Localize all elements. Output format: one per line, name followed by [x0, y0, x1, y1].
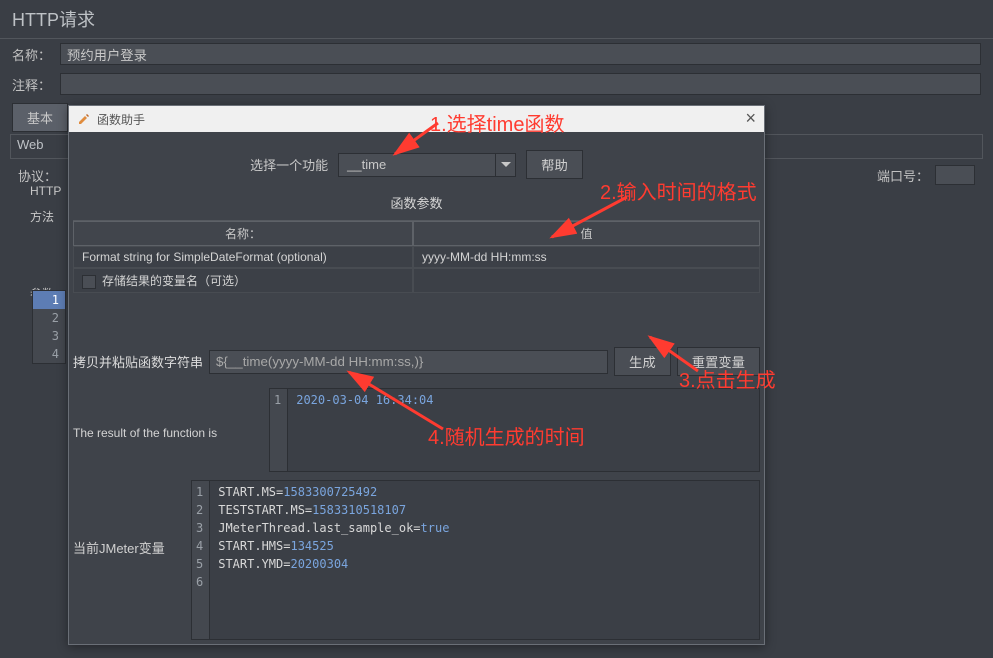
reset-button[interactable]: 重置变量	[677, 347, 760, 376]
col-value-header: 值	[413, 221, 760, 246]
vars-box: 123456 START.MS=1583300725492TESTSTART.M…	[191, 480, 760, 640]
function-helper-dialog: 函数助手 × 选择一个功能 __time 帮助 函数参数 名称： 值 Forma…	[68, 105, 765, 645]
panel-title: HTTP请求	[0, 0, 993, 39]
tab-basic[interactable]: 基本	[12, 103, 68, 132]
name-label: 名称：	[12, 45, 52, 64]
param-row-name: Format string for SimpleDateFormat (opti…	[73, 246, 413, 268]
col-name-header: 名称：	[73, 221, 413, 246]
pencil-icon	[77, 112, 91, 126]
comment-input[interactable]	[60, 73, 981, 95]
name-input[interactable]	[60, 43, 981, 65]
function-select[interactable]: __time	[338, 153, 516, 177]
function-string-input[interactable]	[209, 350, 608, 374]
http-label: HTTP	[30, 184, 61, 198]
result-value: 2020-03-04 16:34:04	[296, 393, 433, 407]
result-box: 1 2020-03-04 16:34:04	[269, 388, 760, 472]
result-label: The result of the function is	[73, 388, 261, 440]
generate-button[interactable]: 生成	[614, 347, 671, 376]
editor-gutter: 1234	[32, 290, 66, 364]
chevron-down-icon[interactable]	[495, 154, 515, 176]
comment-label: 注释：	[12, 75, 52, 94]
close-icon[interactable]: ×	[745, 108, 756, 129]
param-row-value[interactable]	[413, 268, 760, 293]
help-button[interactable]: 帮助	[526, 150, 583, 179]
dialog-title-text: 函数助手	[97, 111, 145, 128]
method-label: 方法	[30, 208, 61, 225]
params-table: 名称： 值 Format string for SimpleDateFormat…	[73, 220, 760, 293]
select-function-label: 选择一个功能	[250, 155, 328, 174]
paste-label: 拷贝并粘贴函数字符串	[73, 352, 203, 371]
port-input[interactable]	[935, 165, 975, 185]
params-header: 函数参数	[69, 187, 764, 220]
dialog-titlebar[interactable]: 函数助手 ×	[69, 106, 764, 132]
function-select-value: __time	[339, 154, 495, 175]
checkbox-icon[interactable]	[82, 275, 96, 289]
port-label: 端口号：	[877, 166, 929, 185]
param-row-value[interactable]: yyyy-MM-dd HH:mm:ss	[413, 246, 760, 268]
param-row-name: 存储结果的变量名（可选）	[73, 268, 413, 293]
vars-label: 当前JMeter变量	[73, 480, 183, 557]
